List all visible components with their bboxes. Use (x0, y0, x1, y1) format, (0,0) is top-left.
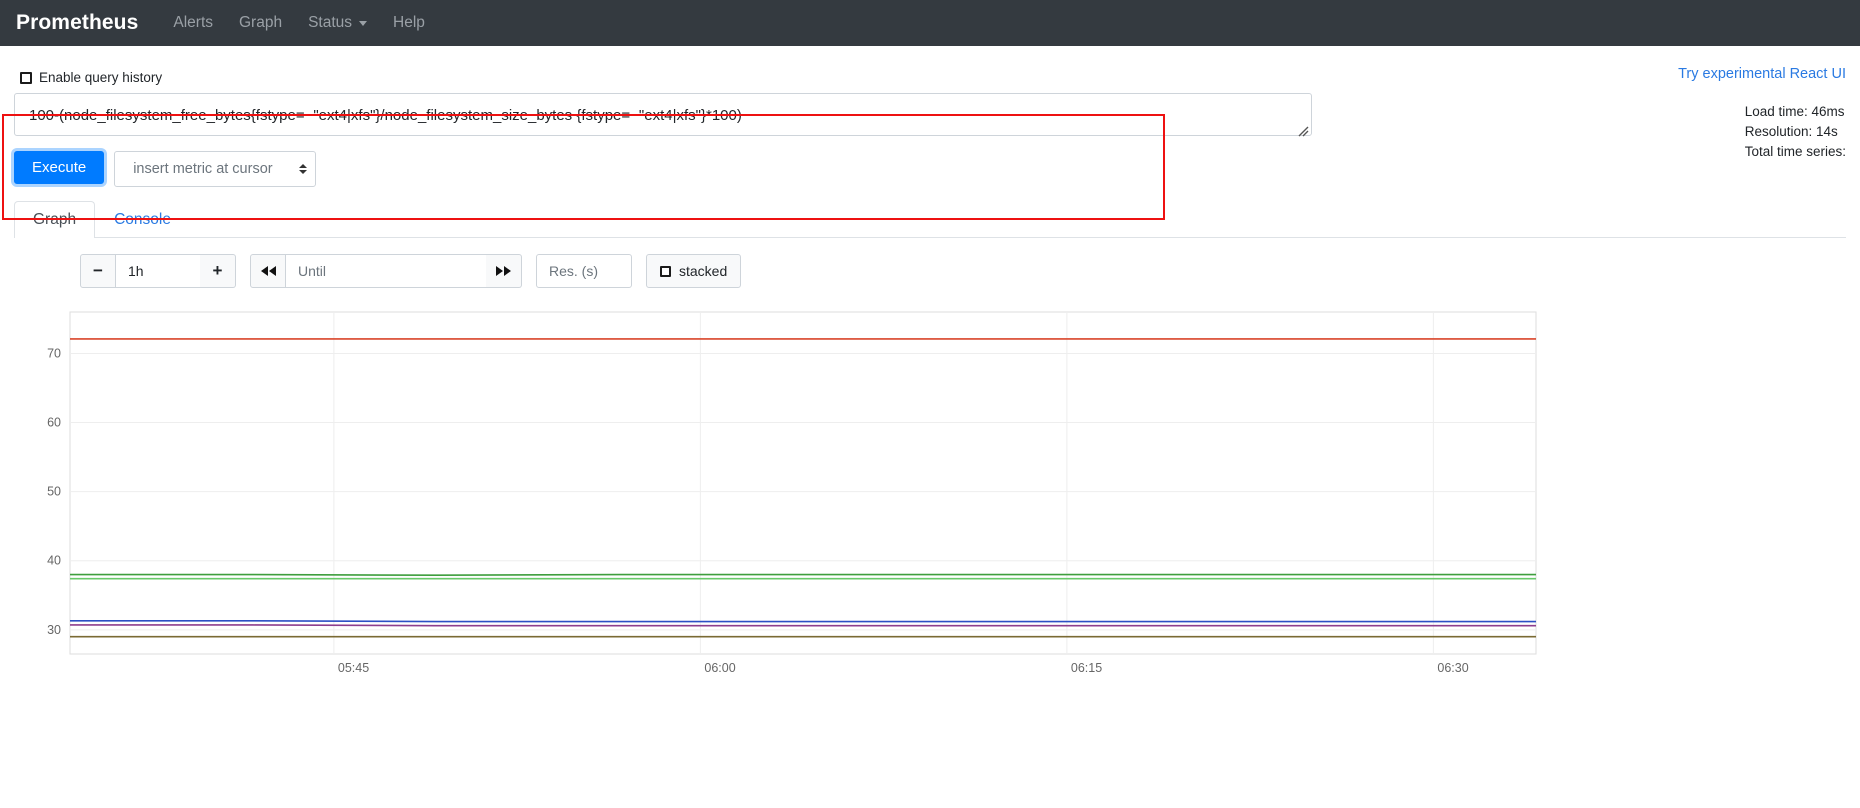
y-axis-tick-label: 30 (47, 623, 61, 637)
x-axis-tick-label: 06:00 (704, 661, 735, 675)
load-time-text: Load time: 46ms (1744, 104, 1845, 119)
stacked-checkbox[interactable] (660, 265, 671, 277)
resolution-text: Resolution: 14s (1744, 124, 1838, 139)
nav-label: Graph (239, 14, 283, 31)
nav-item-help[interactable]: Help (380, 10, 438, 36)
query-stats: Load time: 46ms Resolution: 14s Total ti… (1745, 102, 1846, 162)
chart-series-line (70, 573, 1536, 577)
page-body: Try experimental React UI Load time: 46m… (0, 46, 1860, 684)
tab-console[interactable]: Console (95, 201, 190, 238)
nav-label: Status (308, 14, 353, 31)
tab-bar: Graph Console (14, 201, 1846, 238)
x-axis-tick-label: 05:45 (338, 661, 369, 675)
enable-query-history-label: Enable query history (39, 70, 163, 85)
enable-query-history-checkbox[interactable] (20, 71, 32, 84)
stacked-toggle[interactable]: stacked (646, 254, 742, 288)
range-decrease-button[interactable]: − (80, 254, 116, 288)
range-input[interactable] (116, 254, 200, 288)
chevron-down-icon (359, 20, 368, 26)
chart-svg[interactable]: 30 40 50 60 70 05:45 06:00 06:15 06:30 (14, 304, 1544, 684)
nav-item-status[interactable]: Status (295, 10, 380, 36)
graph-chart[interactable]: 30 40 50 60 70 05:45 06:00 06:15 06:30 (14, 304, 1846, 684)
nav-label: Alerts (173, 14, 213, 31)
expression-input[interactable] (14, 93, 1312, 136)
execute-row: Execute insert metric at cursor (14, 151, 1846, 187)
tab-graph[interactable]: Graph (14, 201, 96, 238)
y-axis-tick-label: 40 (47, 554, 61, 568)
try-react-ui-link[interactable]: Try experimental React UI (1678, 66, 1846, 82)
resolution-input[interactable] (536, 254, 632, 288)
graph-controls: − + stacked (14, 238, 1846, 288)
range-group: − + (80, 254, 236, 288)
until-group (250, 254, 522, 288)
nav-item-alerts[interactable]: Alerts (160, 10, 226, 36)
range-increase-button[interactable]: + (200, 254, 236, 288)
y-axis-tick-label: 50 (47, 485, 61, 499)
total-time-series-text: Total time series: (1744, 144, 1846, 159)
until-input[interactable] (286, 254, 486, 288)
x-axis-tick-label: 06:15 (1071, 661, 1102, 675)
y-axis-tick-label: 70 (47, 346, 61, 360)
expression-wrap (14, 93, 1312, 139)
step-backward-button[interactable] (250, 254, 286, 288)
stacked-label: stacked (679, 263, 728, 279)
brand-prometheus[interactable]: Prometheus (16, 11, 138, 35)
nav-label: Help (393, 14, 425, 31)
execute-button[interactable]: Execute (14, 151, 105, 184)
chart-series-line (70, 624, 1536, 627)
navbar: Prometheus Alerts Graph Status Help (0, 0, 1860, 46)
chart-series-line (70, 620, 1536, 623)
insert-metric-select[interactable]: insert metric at cursor (114, 151, 317, 187)
x-axis-tick-label: 06:30 (1437, 661, 1468, 675)
step-forward-button[interactable] (486, 254, 522, 288)
nav-item-graph[interactable]: Graph (226, 10, 295, 36)
enable-query-history-row[interactable]: Enable query history (14, 46, 1846, 93)
y-axis-tick-label: 60 (47, 416, 61, 430)
insert-metric-select-wrap: insert metric at cursor (114, 151, 317, 187)
